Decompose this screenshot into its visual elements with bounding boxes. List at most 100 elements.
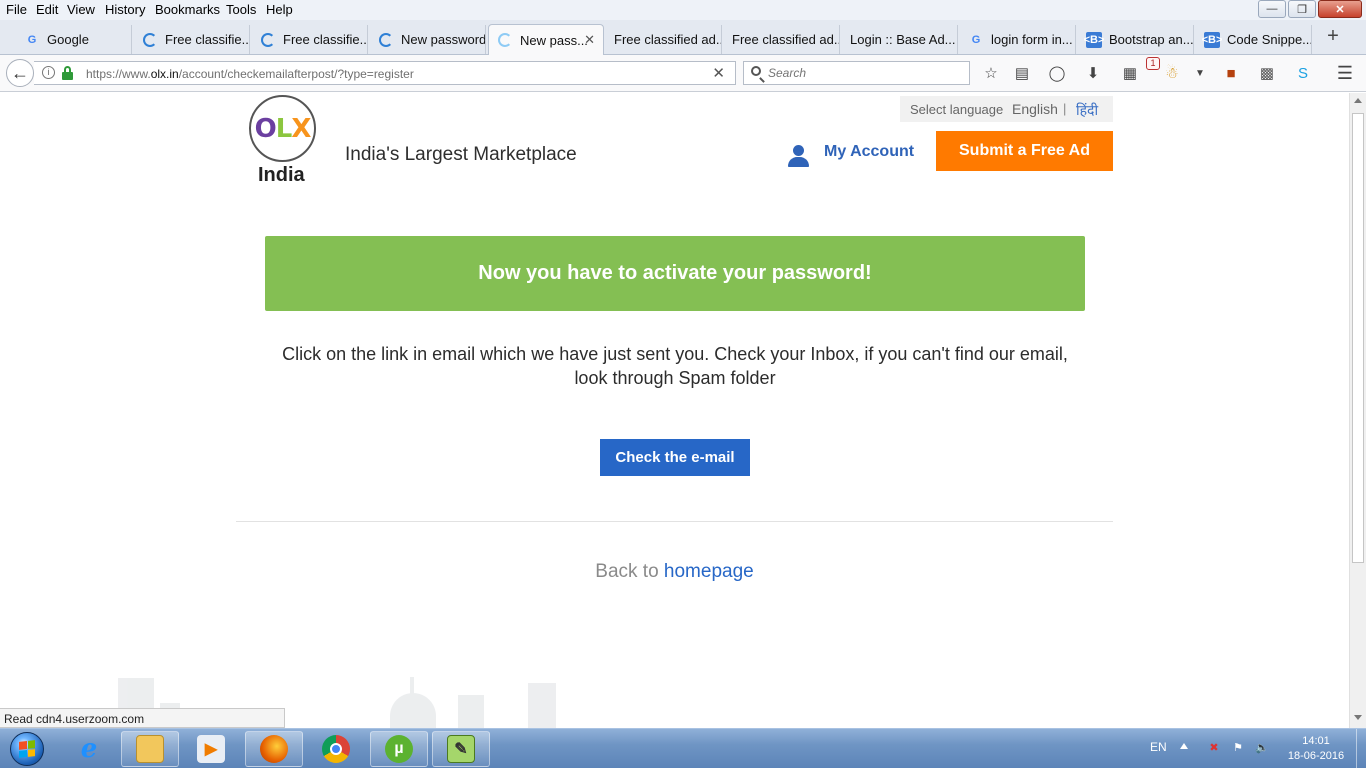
search-icon [751,66,761,76]
taskbar-clock[interactable]: 14:01 18-06-2016 [1280,734,1352,764]
notice-text: Now you have to activate your password! [478,262,872,284]
tab-label: Free classified ad... [614,32,722,47]
system-tray: EN ✖ ⚑ 🔈 14:01 18-06-2016 [1136,729,1366,768]
tab-free-classified-ad-2[interactable]: Free classified ad... [724,25,840,54]
tab-label: New pass... [520,32,588,48]
windows-logo-icon [10,731,44,766]
chrome-icon [322,735,350,763]
my-account-link[interactable]: My Account [824,143,914,161]
stop-loading-icon[interactable]: ✕ [712,64,725,82]
language-english-link[interactable]: English [1012,101,1058,117]
show-hidden-icons-icon[interactable] [1180,743,1188,749]
menu-file[interactable]: File [6,2,27,17]
homepage-link[interactable]: homepage [664,561,754,582]
divider [236,521,1113,522]
check-email-button[interactable]: Check the e-mail [600,439,750,476]
site-info-icon[interactable]: i [42,66,55,79]
folder-icon[interactable]: ▦ [1120,63,1140,83]
taskbar-firefox[interactable] [245,731,303,767]
logo-country-label: India [258,164,305,186]
olx-logo[interactable]: OLX [249,95,316,162]
bookmark-star-icon[interactable]: ☆ [981,63,1001,83]
show-desktop-button[interactable] [1356,729,1366,768]
download-icon[interactable]: ⬇ [1083,63,1103,83]
tab-label: Free classifie... [283,32,368,47]
tab-google[interactable]: G Google [16,25,132,54]
tab-login-form[interactable]: G login form in... [960,25,1076,54]
taskbar-media-player[interactable]: ▶ [182,731,240,767]
scrollbar-thumb[interactable] [1352,113,1364,563]
taskbar-notepad-plus[interactable]: ✎ [432,731,490,767]
menu-bookmarks[interactable]: Bookmarks [155,2,220,17]
tab-free-classified-2[interactable]: Free classifie... [252,25,368,54]
search-bar[interactable] [743,61,970,85]
google-icon: G [27,33,37,46]
tab-code-snippets[interactable]: <B> Code Snippe... [1196,25,1312,54]
bootstrap-icon: <B> [1201,31,1223,48]
extension-icon[interactable]: ☃ [1162,63,1182,83]
url-bar[interactable]: i https://www.olx.in/account/checkemaila… [34,61,736,85]
taskbar-file-explorer[interactable] [121,731,179,767]
internet-explorer-icon: e [80,734,98,764]
folder-icon [136,735,164,763]
media-player-icon: ▶ [197,735,225,763]
menu-edit[interactable]: Edit [36,2,58,17]
tab-new-password[interactable]: New password [370,25,486,54]
close-window-button[interactable]: ✕ [1318,0,1362,18]
utorrent-icon: µ [385,735,413,763]
restore-button[interactable]: ❐ [1288,0,1316,18]
language-hindi-link[interactable]: हिंदी [1076,101,1098,120]
windows-taskbar: e ▶ µ ✎ EN ✖ ⚑ 🔈 14:01 18-06-2016 [0,728,1366,768]
start-button[interactable] [4,729,50,768]
menu-bar: File Edit View History Bookmarks Tools H… [0,0,1366,20]
tab-login-base-ad[interactable]: Login :: Base Ad... [842,25,958,54]
tab-free-classified-1[interactable]: Free classifie... [134,25,250,54]
loading-spinner-icon [142,32,158,48]
navigation-bar: ← i https://www.olx.in/account/checkemai… [0,55,1366,92]
scroll-up-icon[interactable] [1354,98,1362,103]
pocket-icon[interactable]: ◯ [1047,63,1067,83]
back-to-homepage: Back to homepage [0,561,1349,583]
tab-bootstrap[interactable]: <B> Bootstrap an... [1078,25,1194,54]
tab-free-classified-ad-1[interactable]: Free classified ad... [606,25,722,54]
close-tab-icon[interactable]: ✕ [584,32,595,48]
language-selector: Select language English | हिंदी [900,96,1113,122]
menu-view[interactable]: View [67,2,95,17]
hamburger-menu-icon[interactable]: ☰ [1335,63,1355,83]
tagline: India's Largest Marketplace [345,144,577,165]
menu-history[interactable]: History [105,2,145,17]
taskbar-utorrent[interactable]: µ [370,731,428,767]
volume-muted-icon[interactable]: 🔈 [1254,741,1270,757]
vertical-scrollbar[interactable] [1349,93,1366,728]
window-controls: — ❐ ✕ [1258,0,1362,20]
addon-icon[interactable]: ■ [1221,63,1241,83]
sleep-tab-icon[interactable]: ▩ [1257,63,1277,83]
skype-icon[interactable]: S [1293,63,1313,83]
back-to-label: Back to [595,561,659,582]
reading-list-icon[interactable]: ▤ [1012,63,1032,83]
select-language-label: Select language [910,102,1004,117]
network-error-icon[interactable]: ✖ [1206,741,1222,757]
status-bar: Read cdn4.userzoom.com [0,708,285,728]
google-icon: G [971,33,981,46]
new-tab-button[interactable]: + [1324,25,1342,47]
menu-help[interactable]: Help [266,2,293,17]
tab-new-pass-active[interactable]: New pass... ✕ [488,24,604,55]
user-account-icon[interactable] [787,145,809,167]
input-language[interactable]: EN [1150,740,1167,754]
back-button[interactable]: ← [6,59,34,87]
scroll-down-icon[interactable] [1354,715,1362,720]
search-input[interactable] [768,65,963,81]
menu-tools[interactable]: Tools [226,2,256,17]
tab-label: Bootstrap an... [1109,32,1194,47]
tab-label: login form in... [991,32,1073,47]
minimize-button[interactable]: — [1258,0,1286,18]
action-center-icon[interactable]: ⚑ [1230,741,1246,757]
firefox-icon [260,735,288,763]
submit-free-ad-button[interactable]: Submit a Free Ad [936,131,1113,171]
dropdown-arrow-icon[interactable]: ▼ [1190,63,1210,83]
url-text[interactable]: https://www.olx.in/account/checkemailaft… [86,67,414,81]
taskbar-chrome[interactable] [307,731,365,767]
taskbar-internet-explorer[interactable]: e [60,731,118,767]
notepad-icon: ✎ [447,735,475,763]
